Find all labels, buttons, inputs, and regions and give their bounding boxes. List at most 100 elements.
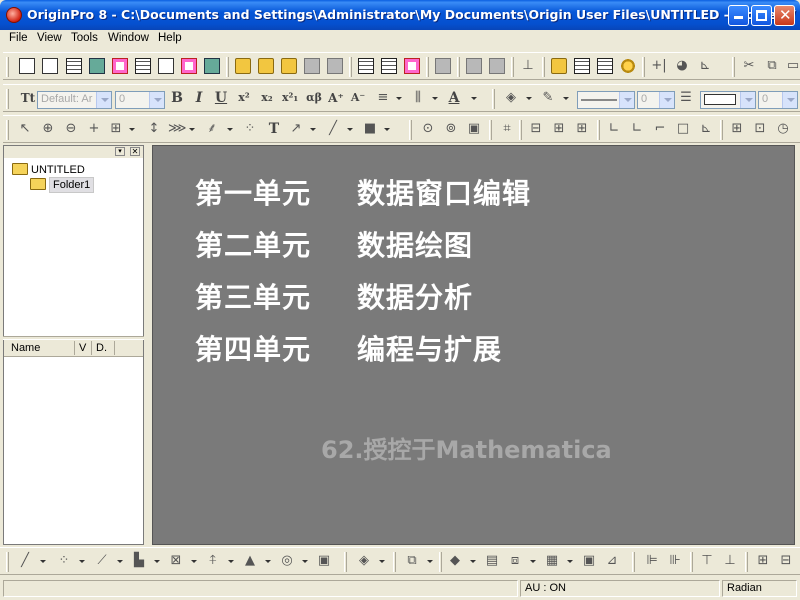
zoom-in-icon[interactable]: ⊕ <box>40 121 56 137</box>
toolbar-grip[interactable] <box>690 552 693 572</box>
border-style-dropdown[interactable] <box>700 91 756 109</box>
3d-wall-icon[interactable]: ▤ <box>484 553 500 569</box>
chevron-down-icon[interactable] <box>530 560 536 566</box>
code-builder-icon[interactable] <box>620 58 636 74</box>
copy-icon[interactable]: ⧉ <box>764 58 780 74</box>
chevron-down-icon[interactable] <box>379 560 385 566</box>
add-table-icon[interactable]: ⊞ <box>729 121 745 137</box>
origin-app-icon[interactable] <box>6 7 22 23</box>
superscript-button[interactable]: x² <box>236 90 252 106</box>
axis-left-icon[interactable]: ∟ <box>629 121 645 137</box>
font-size-dropdown[interactable]: 0 <box>115 91 165 109</box>
chevron-down-icon[interactable] <box>384 128 390 134</box>
align-top-objects-icon[interactable]: ⊤ <box>699 553 715 569</box>
layer-icon[interactable]: ⌗ <box>499 121 515 137</box>
box-plot-icon[interactable]: ⍏ <box>205 553 221 569</box>
project-file-list[interactable] <box>4 358 143 544</box>
clock-icon[interactable]: ◷ <box>775 121 791 137</box>
image-profile-icon[interactable]: ⊿ <box>604 553 620 569</box>
open-excel-icon[interactable] <box>281 58 297 74</box>
chevron-down-icon[interactable] <box>129 128 135 134</box>
toolbar-grip[interactable] <box>6 552 9 572</box>
fill-color-icon[interactable]: ◈ <box>503 90 519 106</box>
chevron-down-icon[interactable] <box>96 92 111 108</box>
align-left-icon[interactable]: ≡ <box>375 90 391 106</box>
save-project-icon[interactable] <box>304 58 320 74</box>
font-name-dropdown[interactable]: Default: Ar <box>37 91 112 109</box>
axis-icon[interactable]: ⊾ <box>697 58 713 74</box>
font-color-button[interactable]: A <box>446 90 462 106</box>
chevron-down-icon[interactable] <box>302 560 308 566</box>
decrease-font-button[interactable]: A⁻ <box>350 90 366 106</box>
toolbar-grip[interactable] <box>720 120 723 140</box>
toolbar-grip[interactable] <box>393 552 396 572</box>
align-right-objects-icon[interactable]: ⊪ <box>667 553 683 569</box>
new-graph-icon[interactable] <box>112 58 128 74</box>
chevron-down-icon[interactable] <box>427 560 433 566</box>
toolbar-grip[interactable] <box>6 120 9 140</box>
chevron-down-icon[interactable] <box>619 92 634 108</box>
chevron-down-icon[interactable] <box>396 97 402 103</box>
template-library-icon[interactable]: ▣ <box>316 553 332 569</box>
new-layout-icon[interactable] <box>181 58 197 74</box>
import-wizard-icon[interactable] <box>404 58 420 74</box>
add-column-icon[interactable]: +| <box>651 58 667 74</box>
toolbar-grip[interactable] <box>519 120 522 140</box>
statistics-plot-icon[interactable]: ⊠ <box>168 553 184 569</box>
contour-icon[interactable]: ▦ <box>544 553 560 569</box>
workspace-area[interactable]: 第一单元 数据窗口编辑 第二单元 数据绘图 第三单元 数据分析 第四单元 编程与扩展 6… <box>152 145 795 545</box>
column-plot-icon[interactable]: ▙ <box>131 553 147 569</box>
new-project-icon[interactable] <box>19 58 35 74</box>
duplicate-icon[interactable] <box>489 58 505 74</box>
chevron-down-icon[interactable] <box>567 560 573 566</box>
new-notes-icon[interactable] <box>204 58 220 74</box>
toolbar-grip[interactable] <box>632 552 635 572</box>
3d-surface-icon[interactable]: ⧉ <box>404 553 420 569</box>
underline-button[interactable]: U <box>213 90 229 106</box>
new-function-icon[interactable] <box>158 58 174 74</box>
close-icon[interactable]: ✕ <box>130 147 140 156</box>
toolbar-grip[interactable] <box>439 552 442 572</box>
chevron-down-icon[interactable] <box>227 128 233 134</box>
chevron-down-icon[interactable] <box>740 92 755 108</box>
chevron-down-icon[interactable] <box>191 560 197 566</box>
layout-grid-3-icon[interactable]: ⊞ <box>574 121 590 137</box>
import-multiple-ascii-icon[interactable] <box>381 58 397 74</box>
chevron-down-icon[interactable] <box>189 128 195 134</box>
border-width-dropdown[interactable]: 0 <box>758 91 798 109</box>
3d-wire-icon[interactable]: ⧈ <box>507 553 523 569</box>
new-excel-icon[interactable] <box>89 58 105 74</box>
3d-bars-icon[interactable]: ◆ <box>447 553 463 569</box>
chevron-down-icon[interactable] <box>347 128 353 134</box>
3d-plot-icon[interactable]: ◈ <box>356 553 372 569</box>
save-template-icon[interactable] <box>327 58 343 74</box>
chevron-down-icon[interactable] <box>563 97 569 103</box>
data-reader-icon[interactable]: ⊞ <box>108 121 124 137</box>
import-single-ascii-icon[interactable] <box>358 58 374 74</box>
line-color-icon[interactable]: ✎ <box>540 90 556 106</box>
minimize-button[interactable] <box>728 5 749 26</box>
paste-icon[interactable]: ▭ <box>785 58 800 74</box>
toolbar-grip[interactable] <box>6 57 9 77</box>
ungroup-icon[interactable]: ⊟ <box>778 553 794 569</box>
axis-box-icon[interactable]: □ <box>675 121 691 137</box>
menu-window[interactable]: Window <box>108 32 149 44</box>
chevron-down-icon[interactable]: ▾ <box>115 147 125 156</box>
area-plot-icon[interactable]: ▲ <box>242 553 258 569</box>
cut-icon[interactable]: ✂ <box>741 58 757 74</box>
column-view[interactable]: V <box>79 342 86 354</box>
hierarchy-icon[interactable]: ⊥ <box>520 58 536 74</box>
close-button[interactable]: ✕ <box>774 5 795 26</box>
axis-top-icon[interactable]: ⌐ <box>652 121 668 137</box>
tree-root-item[interactable]: UNTITLED <box>12 163 85 176</box>
axis-bottom-icon[interactable]: ∟ <box>606 121 622 137</box>
chevron-down-icon[interactable] <box>782 92 797 108</box>
scale-icon[interactable]: ↕ <box>146 121 162 137</box>
text-tool-icon[interactable]: T <box>266 121 282 137</box>
align-left-objects-icon[interactable]: ⊫ <box>644 553 660 569</box>
open-icon[interactable] <box>235 58 251 74</box>
chevron-down-icon[interactable] <box>470 560 476 566</box>
menu-file[interactable]: File <box>9 32 28 44</box>
greek-button[interactable]: αβ <box>304 90 324 106</box>
line-plot-icon[interactable]: ╱ <box>17 553 33 569</box>
